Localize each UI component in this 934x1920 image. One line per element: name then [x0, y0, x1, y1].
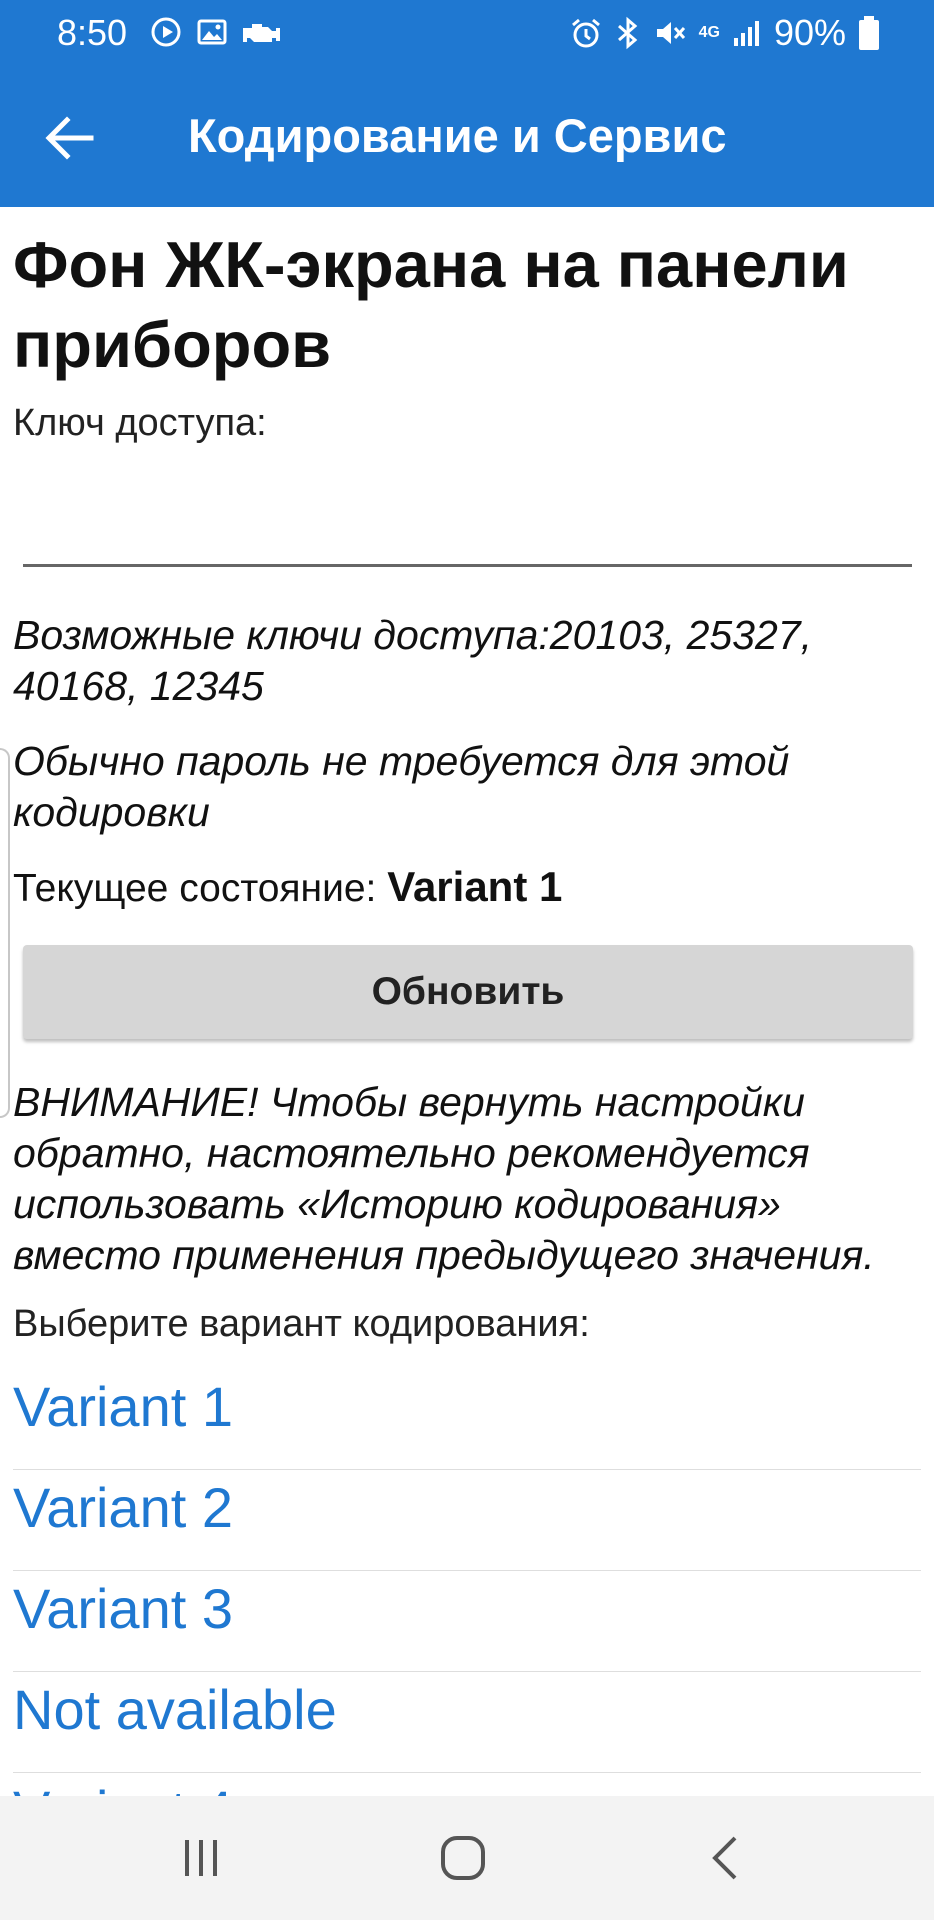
- warning-text: ВНИМАНИЕ! Чтобы вернуть настройки обратн…: [13, 1079, 875, 1278]
- current-state: Текущее состояние: Variant 1: [13, 863, 562, 911]
- back-button[interactable]: [38, 106, 102, 170]
- variant-item-not-available[interactable]: Not available: [13, 1672, 921, 1773]
- page-title: Фон ЖК-экрана на панели приборов: [13, 228, 849, 381]
- home-icon: [441, 1836, 485, 1880]
- refresh-button[interactable]: Обновить: [23, 945, 913, 1039]
- access-key-input[interactable]: [23, 442, 912, 567]
- top-bar: 8:50 4G 90% Кодирование и Сервис: [0, 0, 934, 207]
- system-back-button[interactable]: [690, 1826, 760, 1890]
- gallery-icon: [197, 19, 227, 45]
- signal-icon: [733, 21, 759, 46]
- battery-percent: 90%: [773, 12, 846, 53]
- back-icon: [712, 1836, 737, 1880]
- status-time: 8:50: [57, 12, 128, 53]
- alarm-icon: [571, 18, 600, 48]
- current-state-label: Текущее состояние:: [13, 867, 377, 910]
- possible-keys-text: Возможные ключи доступа:20103, 25327, 40…: [13, 612, 812, 709]
- mute-icon: [656, 22, 685, 44]
- access-key-label: Ключ доступа:: [13, 402, 267, 444]
- navigation-bar: [0, 1796, 934, 1920]
- app-title: Кодирование и Сервис: [188, 109, 727, 162]
- network-icon: 4G: [698, 24, 720, 41]
- choose-variant-label: Выберите вариант кодирования:: [13, 1303, 590, 1345]
- recent-apps-button[interactable]: [166, 1826, 236, 1890]
- variant-item-1[interactable]: Variant 1: [13, 1369, 921, 1470]
- battery-icon: [859, 16, 879, 50]
- variant-item-2[interactable]: Variant 2: [13, 1470, 921, 1571]
- bluetooth-icon: [617, 16, 637, 50]
- home-button[interactable]: [428, 1826, 498, 1890]
- engine-icon: [243, 24, 280, 42]
- status-bar: 8:50 4G 90%: [0, 0, 934, 66]
- arrow-left-icon: [45, 116, 94, 160]
- edge-panel-handle[interactable]: [0, 748, 10, 1118]
- variant-item-3[interactable]: Variant 3: [13, 1571, 921, 1672]
- password-note: Обычно пароль не требуется для этой коди…: [13, 738, 790, 835]
- app-bar: Кодирование и Сервис: [0, 66, 934, 207]
- media-icon: [151, 17, 181, 47]
- current-state-value: Variant 1: [387, 863, 563, 910]
- recent-apps-icon: [185, 1840, 217, 1876]
